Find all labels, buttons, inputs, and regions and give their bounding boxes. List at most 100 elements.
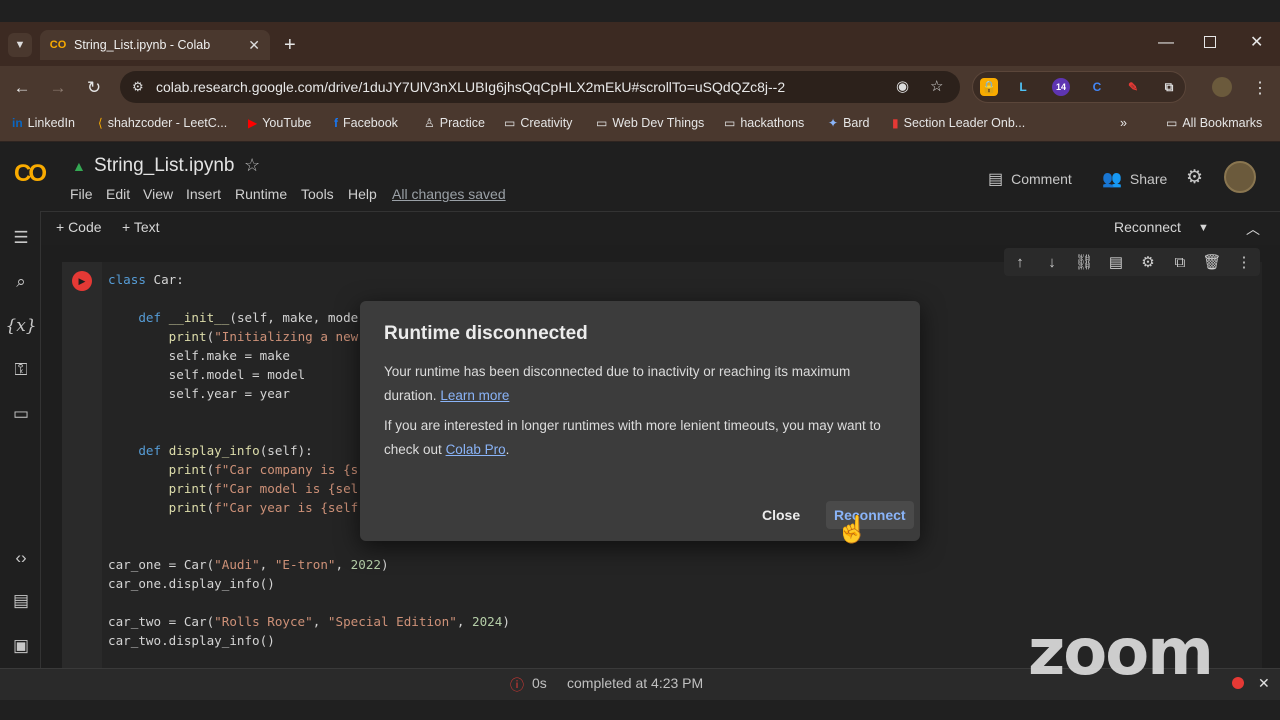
minimize-button[interactable]: — [1158, 34, 1174, 52]
chevron-down-icon[interactable]: ▼ [1198, 222, 1209, 234]
table-of-contents-icon[interactable]: ☰ [10, 227, 32, 249]
menu-view[interactable]: View [143, 186, 173, 202]
collapse-chevron-icon[interactable]: ︿ [1246, 219, 1260, 239]
notebook-title[interactable]: String_List.ipynb [94, 155, 234, 177]
menu-runtime[interactable]: Runtime [235, 186, 287, 202]
folder-icon: ▭ [504, 116, 516, 130]
colab-logo[interactable]: CO [14, 160, 47, 188]
avatar[interactable] [1224, 161, 1256, 193]
learn-more-link[interactable]: Learn more [440, 388, 509, 403]
terminal-icon[interactable]: ▣ [10, 635, 32, 657]
menu-tools[interactable]: Tools [301, 186, 334, 202]
delete-icon[interactable]: 🗑 [1202, 252, 1222, 272]
command-palette-icon[interactable]: ▤ [10, 590, 32, 612]
l-extension-icon[interactable]: L [1014, 78, 1032, 96]
site-info-icon[interactable]: ⚙ [132, 79, 144, 95]
dialog-message-1: Your runtime has been disconnected due t… [384, 364, 851, 403]
code-line-1: class Car: [108, 272, 184, 287]
menu-file[interactable]: File [70, 186, 93, 202]
bookmark-facebook[interactable]: f Facebook [334, 116, 398, 130]
secrets-key-icon[interactable]: ⚿ [10, 359, 32, 381]
back-icon[interactable]: ← [10, 76, 34, 100]
code-snippets-icon[interactable]: ‹› [10, 547, 32, 569]
bookmark-web-dev[interactable]: ▭ Web Dev Things [596, 116, 704, 130]
code-line-5: self.make = make [108, 348, 290, 363]
url-text: colab.research.google.com/drive/1duJY7Ul… [156, 79, 786, 95]
search-icon[interactable]: ⌕ [10, 271, 32, 293]
drive-icon: ▲ [72, 158, 86, 174]
address-bar[interactable]: ⚙ colab.research.google.com/drive/1duJY7… [120, 71, 960, 103]
menu-edit[interactable]: Edit [106, 186, 130, 202]
save-status[interactable]: All changes saved [392, 186, 506, 202]
run-cell-button[interactable]: ▶ [72, 271, 92, 291]
zoom-watermark: zoom [1028, 616, 1214, 690]
bookmark-practice[interactable]: ♙ Practice [424, 116, 485, 130]
bookmark-youtube[interactable]: ▶ YouTube [248, 116, 311, 130]
comment-button[interactable]: ▤ Comment [988, 169, 1072, 189]
folder-icon: ▭ [724, 116, 736, 130]
c-extension-icon[interactable]: C [1088, 78, 1106, 96]
menu-insert[interactable]: Insert [186, 186, 221, 202]
add-code-button[interactable]: + Code [56, 219, 102, 235]
all-bookmarks[interactable]: ▭ All Bookmarks [1166, 116, 1262, 130]
reconnect-button[interactable]: Reconnect [1114, 219, 1181, 235]
cell-gutter [62, 262, 102, 668]
dialog-title: Runtime disconnected [384, 323, 588, 344]
youtube-icon: ▶ [248, 116, 258, 130]
link-icon[interactable]: ⛓ [1074, 252, 1094, 272]
add-text-button[interactable]: + Text [122, 219, 160, 235]
close-window-button[interactable]: ✕ [1250, 32, 1263, 52]
facebook-icon: f [334, 116, 338, 130]
forward-icon[interactable]: → [46, 76, 70, 100]
runtime-disconnected-dialog: Runtime disconnected Your runtime has be… [360, 301, 920, 541]
bookmark-hackathons[interactable]: ▭ hackathons [724, 116, 804, 130]
people-icon: 👥 [1102, 171, 1122, 188]
browser-menu-icon[interactable]: ⋮ [1252, 78, 1268, 98]
more-icon[interactable]: ⋮ [1234, 252, 1254, 272]
menu-help[interactable]: Help [348, 186, 377, 202]
tab-search-button[interactable]: ▼ [8, 33, 32, 57]
folder-icon: ▭ [596, 116, 608, 130]
move-up-icon[interactable]: ↑ [1010, 252, 1030, 272]
comment-icon[interactable]: ▤ [1106, 252, 1126, 272]
completion-status[interactable]: completed at 4:23 PM [567, 675, 703, 691]
pen-extension-icon[interactable]: ✎ [1124, 78, 1142, 96]
lock-extension-icon[interactable]: 🔒 [980, 78, 998, 96]
bookmark-section-leader[interactable]: ▮ Section Leader Onb... [892, 116, 1025, 130]
bookmark-star-icon[interactable]: ☆ [930, 77, 943, 95]
code-line-13: print(f"Car year is {self [168, 500, 359, 515]
close-status-icon[interactable]: ✕ [1258, 675, 1270, 692]
move-down-icon[interactable]: ↓ [1042, 252, 1062, 272]
recording-indicator [1232, 677, 1244, 689]
browser-tab[interactable]: CO String_List.ipynb - Colab ✕ [40, 30, 270, 60]
star-icon[interactable]: ☆ [244, 155, 260, 176]
new-tab-button[interactable]: + [284, 34, 296, 57]
tab-close-icon[interactable]: ✕ [248, 37, 260, 54]
share-button[interactable]: 👥 Share [1102, 169, 1167, 189]
bookmark-creativity[interactable]: ▭ Creativity [504, 116, 572, 130]
colab-pro-link[interactable]: Colab Pro [446, 442, 506, 457]
notebook-toolbar [0, 211, 1280, 245]
eye-off-icon[interactable]: ◉ [896, 77, 909, 95]
bookmark-bard[interactable]: ✦ Bard [828, 116, 869, 130]
more-bookmarks-button[interactable]: » [1120, 116, 1127, 130]
bookmark-linkedin[interactable]: in LinkedIn [12, 116, 75, 130]
settings-gear-icon[interactable]: ⚙ [1186, 166, 1203, 189]
extensions-puzzle-icon[interactable]: ⧉ [1160, 78, 1178, 96]
error-icon: ⓘ [510, 677, 524, 693]
bookmark-leetcode[interactable]: ⟨ shahzcoder - LeetC... [98, 116, 227, 130]
comment-icon: ▤ [988, 171, 1004, 188]
badge-extension-icon[interactable]: 14 [1052, 78, 1070, 96]
code-line-4: print("Initializing a new [168, 329, 359, 344]
extensions-group [972, 71, 1186, 103]
profile-avatar[interactable] [1212, 77, 1232, 97]
gear-icon[interactable]: ⚙ [1138, 252, 1158, 272]
close-button[interactable]: Close [754, 501, 808, 529]
files-folder-icon[interactable]: ▭ [10, 403, 32, 425]
variables-icon[interactable]: {x} [5, 315, 36, 337]
leetcode-icon: ⟨ [98, 116, 103, 130]
restore-button[interactable] [1204, 36, 1216, 48]
reload-icon[interactable]: ↻ [82, 76, 106, 100]
mirror-cell-icon[interactable]: ⧉ [1170, 252, 1190, 272]
dialog-message-2: If you are interested in longer runtimes… [384, 418, 881, 457]
